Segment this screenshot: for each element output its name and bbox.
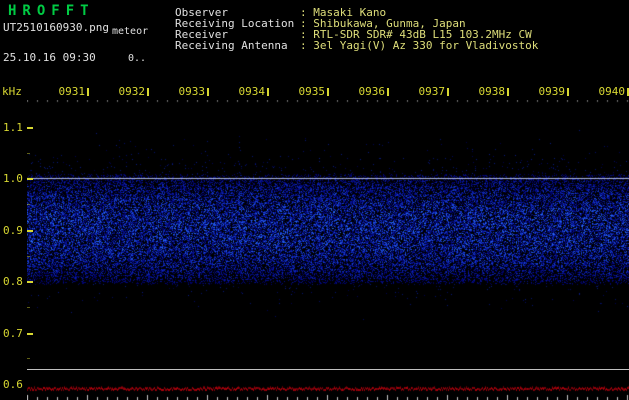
x-tick-label: 0934 xyxy=(238,85,266,98)
y-axis-unit-label: kHz xyxy=(2,85,22,98)
y-tick-label: 0.9 xyxy=(3,224,23,237)
x-tick-label: 0932 xyxy=(118,85,146,98)
y-tick-label: 1.0 xyxy=(3,172,23,185)
axis-tick xyxy=(507,88,509,96)
station-row-label: Receiving Antenna xyxy=(175,39,288,52)
axis-tick xyxy=(387,88,389,96)
y-tick-label: 0.6 xyxy=(3,378,23,391)
output-filename: UT2510160930.png xyxy=(3,21,109,34)
x-tick-label: 0931 xyxy=(58,85,86,98)
x-tick-label: 0933 xyxy=(178,85,206,98)
station-row-antenna: Receiving Antenna : 3el Yagi(V) Az 330 fo… xyxy=(175,40,538,51)
axis-tick xyxy=(87,88,89,96)
x-tick-label: 0936 xyxy=(358,85,386,98)
station-info: Observer: Masaki Kano Receiving Location… xyxy=(175,7,538,51)
filename-note: meteor xyxy=(112,26,149,37)
x-tick-label: 0937 xyxy=(418,85,446,98)
spectrogram-canvas xyxy=(27,100,629,368)
x-tick-label: 0938 xyxy=(478,85,506,98)
axis-tick xyxy=(447,88,449,96)
axis-tick xyxy=(567,88,569,96)
axis-tick xyxy=(267,88,269,96)
axis-tick xyxy=(207,88,209,96)
station-row-value: : 3el Yagi(V) Az 330 for Vladivostok xyxy=(300,39,539,52)
axis-tick xyxy=(327,88,329,96)
y-tick-label: 0.8 xyxy=(3,275,23,288)
x-tick-label: 0935 xyxy=(298,85,326,98)
x-tick-label: 0939 xyxy=(538,85,566,98)
x-tick-label: 0940 xyxy=(598,85,626,98)
datetime-label: 25.10.16 09:30 xyxy=(3,51,96,64)
counter-label: 0.. xyxy=(128,53,147,64)
hrofft-screen: HROFFT UT2510160930.png meteor 25.10.16 … xyxy=(0,0,629,400)
y-tick-label: 1.1 xyxy=(3,121,23,134)
axis-tick xyxy=(147,88,149,96)
app-title: HROFFT xyxy=(8,3,95,19)
signal-trace-canvas xyxy=(27,370,629,400)
y-tick-label: 0.7 xyxy=(3,327,23,340)
